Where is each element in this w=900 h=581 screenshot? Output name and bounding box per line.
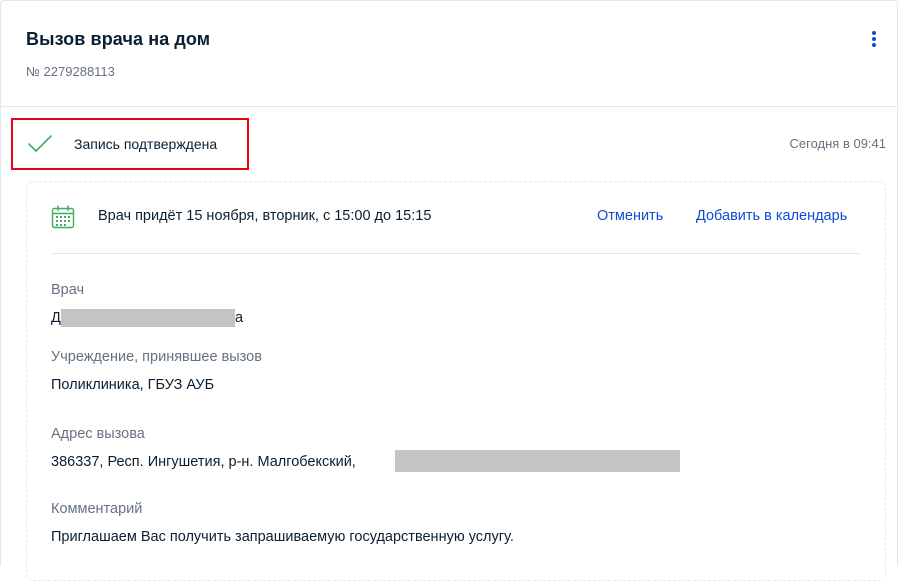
comment-value: Приглашаем Вас получить запрашиваемую го… <box>51 529 514 545</box>
institution-value: Поликлиника, ГБУЗ АУБ <box>51 377 215 393</box>
status-time: Сегодня в 09:41 <box>789 136 886 151</box>
status-highlight: Запись подтверждена <box>11 118 249 170</box>
page-title: Вызов врача на дом <box>26 29 211 49</box>
visit-time-text: Врач придёт 15 ноября, вторник, с 15:00 … <box>98 208 432 224</box>
institution-label: Учреждение, принявшее вызов <box>51 349 262 365</box>
add-to-calendar-link[interactable]: Добавить в календарь <box>696 208 847 224</box>
address-value: 386337, Респ. Ингушетия, р-н. Малгобекск… <box>51 454 356 470</box>
details-divider <box>51 253 860 254</box>
header-divider <box>0 106 898 107</box>
cancel-link[interactable]: Отменить <box>597 208 663 224</box>
doctor-value-start: Д <box>51 310 61 326</box>
doctor-label: Врач <box>51 282 85 298</box>
redacted-doctor-name <box>61 309 235 327</box>
doctor-value-end: а <box>235 310 244 326</box>
more-options-icon[interactable] <box>862 29 886 49</box>
order-number: № 2279288113 <box>26 64 115 79</box>
comment-label: Комментарий <box>51 501 143 517</box>
calendar-icon <box>51 205 75 229</box>
address-label: Адрес вызова <box>51 426 145 442</box>
status-text: Запись подтверждена <box>74 136 218 152</box>
redacted-address <box>395 450 680 472</box>
check-icon <box>28 135 52 152</box>
